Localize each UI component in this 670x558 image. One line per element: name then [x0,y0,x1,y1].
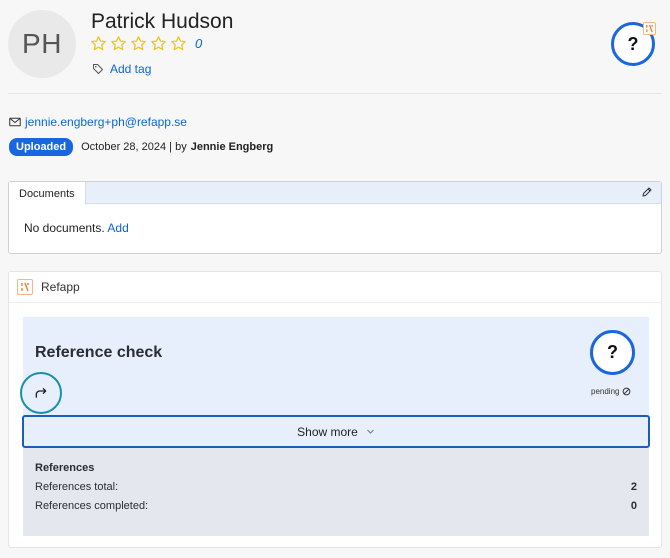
add-tag-link[interactable]: Add tag [110,62,151,76]
chevron-down-icon [366,429,374,434]
status-row: Uploaded October 28, 2024 | by Jennie En… [9,138,273,156]
pending-status: pending [591,387,631,396]
mail-icon [9,117,21,127]
show-more-label: Show more [297,424,358,439]
refapp-header: Refapp [9,272,661,303]
help-label: ? [627,33,639,54]
status-badge: Uploaded [9,138,74,156]
no-documents-text: No documents. [24,221,105,235]
list-item: References completed: 0 [35,500,637,512]
star-icon[interactable] [150,35,167,52]
references-completed-value: 0 [630,500,637,512]
forward-button[interactable] [20,372,62,414]
refapp-card: Refapp Reference check ? pending Show mo… [8,271,662,548]
pencil-icon[interactable] [641,186,653,198]
pending-label: pending [591,387,620,396]
star-icon[interactable] [130,35,147,52]
documents-header: Documents [9,182,661,205]
references-completed-label: References completed: [35,500,149,512]
refapp-title: Refapp [41,280,80,294]
forward-arrow-icon [35,387,47,398]
email-link[interactable]: jennie.engberg+ph@refapp.se [25,115,187,129]
status-author: Jennie Engberg [190,141,274,153]
candidate-name: Patrick Hudson [91,10,234,33]
references-total-value: 2 [630,481,637,493]
help-label: ? [607,342,618,362]
rating-count: 0 [195,36,203,51]
references-title: References [35,462,95,474]
documents-body: No documents. Add [9,204,661,252]
documents-panel: Documents No documents. Add [8,181,662,254]
refapp-logo-icon [643,22,656,35]
add-tag-row[interactable]: Add tag [92,62,151,76]
tag-icon [93,64,103,74]
star-icon[interactable] [170,35,187,52]
avatar: PH [8,10,76,78]
star-icon[interactable] [110,35,127,52]
reference-check-help-button[interactable]: ? [590,330,635,375]
tab-documents[interactable]: Documents [9,182,86,205]
rating-stars: 0 [90,35,202,52]
refapp-logo-icon [17,279,33,295]
blocked-icon [623,387,631,396]
show-more-button[interactable]: Show more [22,415,650,448]
add-document-link[interactable]: Add [107,221,128,235]
header-divider [8,93,662,94]
status-date: October 28, 2024 | by [81,141,187,153]
references-summary: References References total: 2 Reference… [23,448,649,536]
email-row: jennie.engberg+ph@refapp.se [9,115,187,129]
star-icon[interactable] [90,35,107,52]
reference-check-title: Reference check [35,344,163,361]
references-total-label: References total: [35,481,119,493]
documents-tab-label: Documents [19,187,75,200]
reference-check-panel: Reference check ? pending [20,317,649,417]
list-item: References total: 2 [35,481,637,493]
